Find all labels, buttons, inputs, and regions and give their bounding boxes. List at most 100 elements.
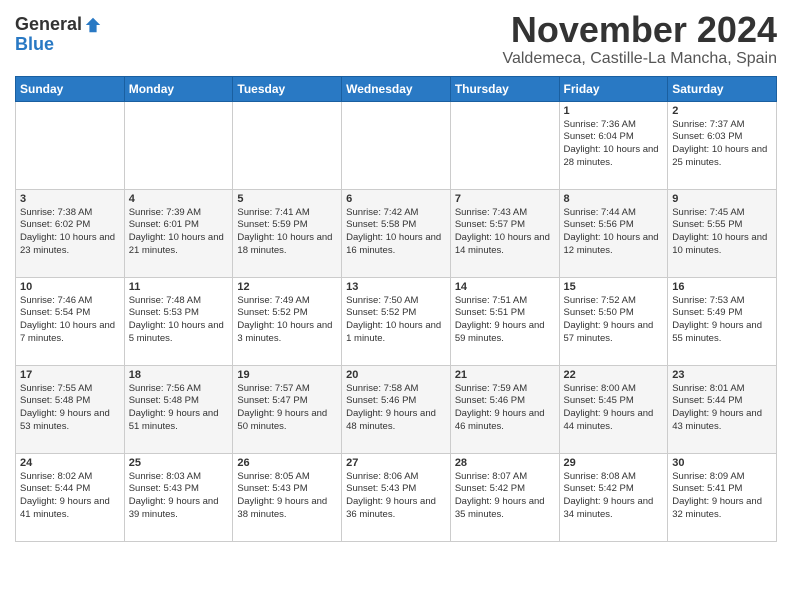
calendar-cell: 10 Sunrise: 7:46 AM Sunset: 5:54 PM Dayli… <box>16 277 125 365</box>
day-number: 17 <box>20 369 120 381</box>
day-detail: Sunrise: 7:51 AM Sunset: 5:51 PM Dayligh… <box>455 295 555 346</box>
day-detail: Sunrise: 7:36 AM Sunset: 6:04 PM Dayligh… <box>564 119 664 170</box>
calendar-cell: 18 Sunrise: 7:56 AM Sunset: 5:48 PM Dayli… <box>124 365 233 453</box>
weekday-header-row: SundayMondayTuesdayWednesdayThursdayFrid… <box>16 76 777 101</box>
day-detail: Sunrise: 7:48 AM Sunset: 5:53 PM Dayligh… <box>129 295 229 346</box>
calendar-cell <box>450 101 559 189</box>
day-detail: Sunrise: 8:02 AM Sunset: 5:44 PM Dayligh… <box>20 471 120 522</box>
logo-general: General <box>15 15 82 35</box>
day-number: 20 <box>346 369 446 381</box>
day-number: 8 <box>564 193 664 205</box>
calendar-cell: 19 Sunrise: 7:57 AM Sunset: 5:47 PM Dayli… <box>233 365 342 453</box>
calendar-cell: 4 Sunrise: 7:39 AM Sunset: 6:01 PM Daylig… <box>124 189 233 277</box>
day-number: 7 <box>455 193 555 205</box>
calendar-cell: 26 Sunrise: 8:05 AM Sunset: 5:43 PM Dayli… <box>233 453 342 541</box>
day-detail: Sunrise: 7:52 AM Sunset: 5:50 PM Dayligh… <box>564 295 664 346</box>
day-detail: Sunrise: 7:38 AM Sunset: 6:02 PM Dayligh… <box>20 207 120 258</box>
week-row-1: 1 Sunrise: 7:36 AM Sunset: 6:04 PM Daylig… <box>16 101 777 189</box>
title-block: November 2024 Valdemeca, Castille-La Man… <box>502 10 777 68</box>
calendar-cell <box>233 101 342 189</box>
calendar-cell: 24 Sunrise: 8:02 AM Sunset: 5:44 PM Dayli… <box>16 453 125 541</box>
day-number: 15 <box>564 281 664 293</box>
day-number: 25 <box>129 457 229 469</box>
day-detail: Sunrise: 8:03 AM Sunset: 5:43 PM Dayligh… <box>129 471 229 522</box>
day-number: 24 <box>20 457 120 469</box>
day-number: 21 <box>455 369 555 381</box>
calendar-cell: 11Sunrise: 7:48 AM Sunset: 5:53 PM Dayli… <box>124 277 233 365</box>
weekday-header-sunday: Sunday <box>16 76 125 101</box>
calendar: SundayMondayTuesdayWednesdayThursdayFrid… <box>15 76 777 542</box>
day-detail: Sunrise: 7:45 AM Sunset: 5:55 PM Dayligh… <box>672 207 772 258</box>
calendar-cell <box>124 101 233 189</box>
week-row-3: 10 Sunrise: 7:46 AM Sunset: 5:54 PM Dayli… <box>16 277 777 365</box>
day-detail: Sunrise: 7:56 AM Sunset: 5:48 PM Dayligh… <box>129 383 229 434</box>
day-number: 19 <box>237 369 337 381</box>
logo-icon <box>84 16 102 34</box>
day-number: 26 <box>237 457 337 469</box>
location: Valdemeca, Castille-La Mancha, Spain <box>502 50 777 68</box>
weekday-header-friday: Friday <box>559 76 668 101</box>
day-detail: Sunrise: 7:59 AM Sunset: 5:46 PM Dayligh… <box>455 383 555 434</box>
weekday-header-tuesday: Tuesday <box>233 76 342 101</box>
day-number: 1 <box>564 105 664 117</box>
calendar-cell <box>342 101 451 189</box>
calendar-cell: 6Sunrise: 7:42 AM Sunset: 5:58 PM Daylig… <box>342 189 451 277</box>
week-row-5: 24 Sunrise: 8:02 AM Sunset: 5:44 PM Dayli… <box>16 453 777 541</box>
day-number: 29 <box>564 457 664 469</box>
calendar-cell: 2 Sunrise: 7:37 AM Sunset: 6:03 PM Daylig… <box>668 101 777 189</box>
day-detail: Sunrise: 8:00 AM Sunset: 5:45 PM Dayligh… <box>564 383 664 434</box>
calendar-cell: 9 Sunrise: 7:45 AM Sunset: 5:55 PM Daylig… <box>668 189 777 277</box>
calendar-body: 1 Sunrise: 7:36 AM Sunset: 6:04 PM Daylig… <box>16 101 777 541</box>
calendar-cell: 16Sunrise: 7:53 AM Sunset: 5:49 PM Dayli… <box>668 277 777 365</box>
day-detail: Sunrise: 8:06 AM Sunset: 5:43 PM Dayligh… <box>346 471 446 522</box>
page: General Blue November 2024 Valdemeca, Ca… <box>0 0 792 552</box>
calendar-cell: 23Sunrise: 8:01 AM Sunset: 5:44 PM Dayli… <box>668 365 777 453</box>
day-number: 9 <box>672 193 772 205</box>
calendar-cell: 28 Sunrise: 8:07 AM Sunset: 5:42 PM Dayli… <box>450 453 559 541</box>
calendar-cell: 29 Sunrise: 8:08 AM Sunset: 5:42 PM Dayli… <box>559 453 668 541</box>
day-detail: Sunrise: 7:41 AM Sunset: 5:59 PM Dayligh… <box>237 207 337 258</box>
day-detail: Sunrise: 7:43 AM Sunset: 5:57 PM Dayligh… <box>455 207 555 258</box>
calendar-cell: 30 Sunrise: 8:09 AM Sunset: 5:41 PM Dayli… <box>668 453 777 541</box>
week-row-2: 3Sunrise: 7:38 AM Sunset: 6:02 PM Daylig… <box>16 189 777 277</box>
calendar-cell: 1 Sunrise: 7:36 AM Sunset: 6:04 PM Daylig… <box>559 101 668 189</box>
day-number: 6 <box>346 193 446 205</box>
day-detail: Sunrise: 7:37 AM Sunset: 6:03 PM Dayligh… <box>672 119 772 170</box>
weekday-header-wednesday: Wednesday <box>342 76 451 101</box>
day-number: 2 <box>672 105 772 117</box>
day-number: 12 <box>237 281 337 293</box>
calendar-cell: 12Sunrise: 7:49 AM Sunset: 5:52 PM Dayli… <box>233 277 342 365</box>
day-detail: Sunrise: 8:05 AM Sunset: 5:43 PM Dayligh… <box>237 471 337 522</box>
day-detail: Sunrise: 7:57 AM Sunset: 5:47 PM Dayligh… <box>237 383 337 434</box>
calendar-cell: 13Sunrise: 7:50 AM Sunset: 5:52 PM Dayli… <box>342 277 451 365</box>
calendar-cell: 5 Sunrise: 7:41 AM Sunset: 5:59 PM Daylig… <box>233 189 342 277</box>
calendar-cell: 7 Sunrise: 7:43 AM Sunset: 5:57 PM Daylig… <box>450 189 559 277</box>
calendar-cell: 14Sunrise: 7:51 AM Sunset: 5:51 PM Dayli… <box>450 277 559 365</box>
calendar-cell <box>16 101 125 189</box>
day-number: 13 <box>346 281 446 293</box>
day-detail: Sunrise: 8:01 AM Sunset: 5:44 PM Dayligh… <box>672 383 772 434</box>
calendar-cell: 8Sunrise: 7:44 AM Sunset: 5:56 PM Daylig… <box>559 189 668 277</box>
day-detail: Sunrise: 7:46 AM Sunset: 5:54 PM Dayligh… <box>20 295 120 346</box>
day-number: 18 <box>129 369 229 381</box>
day-number: 10 <box>20 281 120 293</box>
day-detail: Sunrise: 8:09 AM Sunset: 5:41 PM Dayligh… <box>672 471 772 522</box>
calendar-cell: 20 Sunrise: 7:58 AM Sunset: 5:46 PM Dayli… <box>342 365 451 453</box>
day-detail: Sunrise: 8:08 AM Sunset: 5:42 PM Dayligh… <box>564 471 664 522</box>
weekday-header-thursday: Thursday <box>450 76 559 101</box>
calendar-cell: 15 Sunrise: 7:52 AM Sunset: 5:50 PM Dayli… <box>559 277 668 365</box>
day-number: 28 <box>455 457 555 469</box>
day-number: 5 <box>237 193 337 205</box>
calendar-cell: 27Sunrise: 8:06 AM Sunset: 5:43 PM Dayli… <box>342 453 451 541</box>
day-detail: Sunrise: 7:39 AM Sunset: 6:01 PM Dayligh… <box>129 207 229 258</box>
day-detail: Sunrise: 7:58 AM Sunset: 5:46 PM Dayligh… <box>346 383 446 434</box>
day-number: 30 <box>672 457 772 469</box>
day-number: 4 <box>129 193 229 205</box>
logo-blue: Blue <box>15 35 102 55</box>
header: General Blue November 2024 Valdemeca, Ca… <box>15 10 777 68</box>
day-number: 22 <box>564 369 664 381</box>
day-detail: Sunrise: 7:53 AM Sunset: 5:49 PM Dayligh… <box>672 295 772 346</box>
day-detail: Sunrise: 7:55 AM Sunset: 5:48 PM Dayligh… <box>20 383 120 434</box>
day-detail: Sunrise: 8:07 AM Sunset: 5:42 PM Dayligh… <box>455 471 555 522</box>
logo: General Blue <box>15 15 102 55</box>
